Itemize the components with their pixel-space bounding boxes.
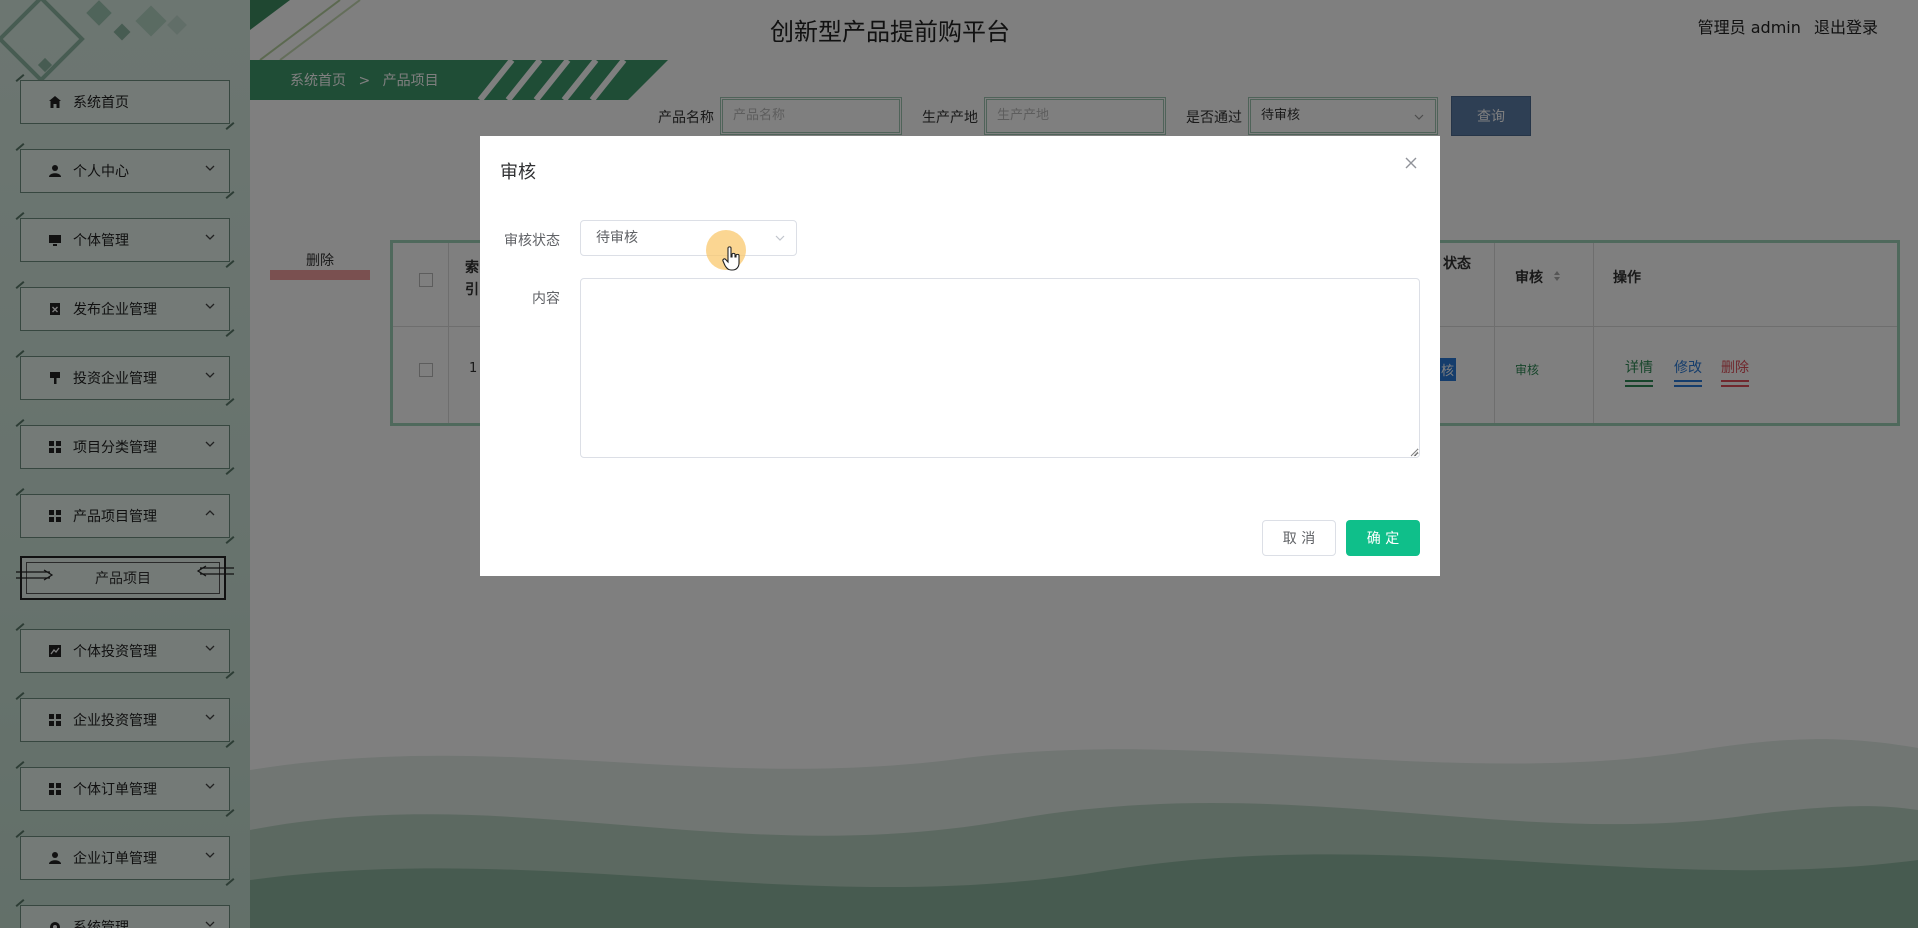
- resize-grip-icon[interactable]: [1410, 448, 1419, 457]
- cancel-button[interactable]: 取 消: [1262, 520, 1336, 556]
- chevron-down-icon: [775, 235, 785, 241]
- content-label: 内容: [532, 291, 560, 307]
- dialog-title: 审核: [500, 162, 536, 183]
- close-icon[interactable]: [1404, 156, 1418, 170]
- status-label: 审核状态: [504, 233, 560, 249]
- status-select-value: 待审核: [596, 230, 638, 246]
- confirm-button[interactable]: 确 定: [1346, 520, 1420, 556]
- hand-cursor-icon: [722, 246, 740, 271]
- status-select[interactable]: 待审核: [580, 220, 797, 256]
- review-dialog: 审核 审核状态 待审核 内容 取 消 确 定: [480, 136, 1440, 576]
- content-textarea[interactable]: [580, 278, 1420, 458]
